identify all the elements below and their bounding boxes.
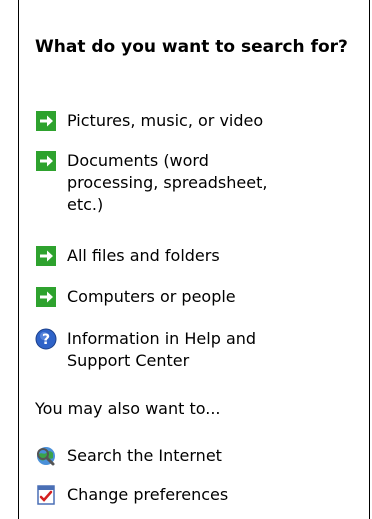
- item-label: Pictures, music, or video: [67, 111, 264, 130]
- search-documents-link[interactable]: Documents (word processing, spreadsheet,…: [35, 150, 272, 216]
- preferences-icon: [37, 485, 55, 505]
- search-companion-panel: What do you want to search for? Pictures…: [18, 0, 370, 519]
- internet-search-icon: [37, 447, 55, 466]
- item-label: Documents (word processing, spreadsheet,…: [67, 151, 268, 214]
- search-help-center-link[interactable]: ? Information in Help and Support Center: [35, 328, 307, 372]
- item-label: Computers or people: [67, 287, 236, 306]
- svg-text:?: ?: [42, 332, 50, 348]
- item-label: Search the Internet: [67, 446, 222, 465]
- search-all-files-link[interactable]: All files and folders: [35, 245, 337, 267]
- green-arrow-icon: [36, 151, 56, 171]
- change-preferences-link[interactable]: Change preferences: [35, 484, 337, 506]
- help-icon: ?: [35, 328, 57, 350]
- search-internet-link[interactable]: Search the Internet: [35, 445, 337, 467]
- item-label: All files and folders: [67, 246, 220, 265]
- search-computers-people-link[interactable]: Computers or people: [35, 286, 337, 308]
- item-label: Information in Help and Support Center: [67, 329, 257, 370]
- also-want-heading: You may also want to...: [35, 399, 221, 418]
- search-pictures-music-video-link[interactable]: Pictures, music, or video: [35, 110, 337, 132]
- green-arrow-icon: [36, 246, 56, 266]
- item-label: Change preferences: [67, 485, 229, 504]
- green-arrow-icon: [36, 287, 56, 307]
- search-heading: What do you want to search for?: [35, 37, 348, 57]
- green-arrow-icon: [36, 111, 56, 131]
